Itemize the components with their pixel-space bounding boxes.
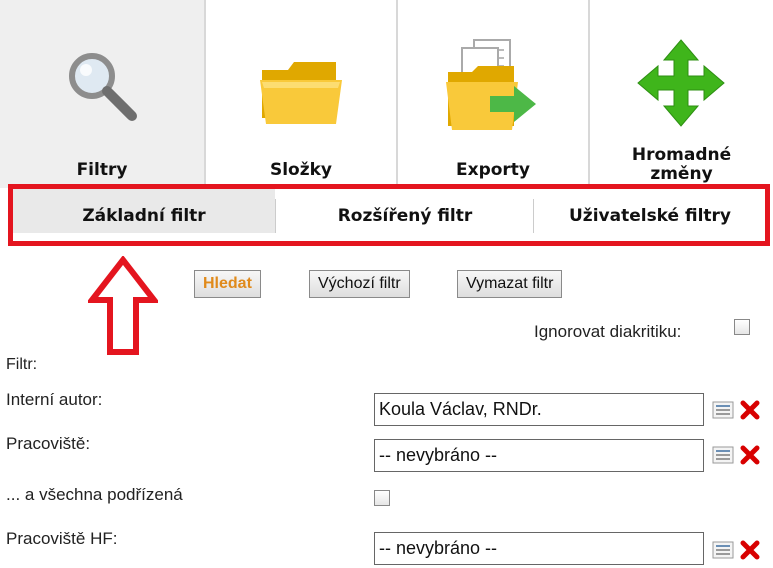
list-icon[interactable] [712, 541, 734, 559]
filter-tabs-highlight: Základní filtr Rozšířený filtr Uživatels… [8, 184, 770, 246]
filters-tile[interactable]: Filtry [0, 0, 206, 188]
top-toolbar: Filtry Složky Exporty Hromadné změny [0, 0, 773, 188]
bulk-changes-tile[interactable]: Hromadné změny [590, 0, 773, 188]
workplace-label: Pracoviště: [6, 434, 91, 453]
magnifier-icon [69, 53, 137, 121]
list-icon[interactable] [712, 401, 734, 419]
workplace-field[interactable]: -- nevybráno -- [374, 439, 704, 472]
exports-tile[interactable]: Exporty [398, 0, 590, 188]
folder-icon [260, 62, 342, 124]
ignore-diacritics-label: Ignorovat diakritiku: [534, 322, 682, 341]
move-arrows-icon [637, 39, 725, 127]
red-up-arrow-annotation [88, 256, 158, 355]
delete-icon[interactable] [740, 540, 760, 560]
clear-filter-button[interactable]: Vymazat filtr [457, 270, 563, 298]
exports-tile-label: Exporty [455, 160, 531, 180]
filter-title: Filtr: [6, 356, 38, 373]
export-icon [446, 39, 536, 130]
bulk-changes-label-line2: změny [650, 164, 713, 184]
search-button[interactable]: Hledat [194, 270, 261, 298]
default-filter-button[interactable]: Výchozí filtr [309, 270, 410, 298]
tab-basic-filter[interactable]: Základní filtr [13, 189, 275, 233]
internal-author-field[interactable]: Koula Václav, RNDr. [374, 393, 704, 426]
include-subordinates-label: ... a všechna podřízená [6, 485, 183, 504]
include-subordinates-checkbox[interactable] [374, 490, 390, 506]
ignore-diacritics-checkbox[interactable] [734, 319, 750, 335]
list-icon[interactable] [712, 446, 734, 464]
folders-tile[interactable]: Složky [206, 0, 398, 188]
delete-icon[interactable] [740, 445, 760, 465]
tab-user-filters[interactable]: Uživatelské filtry [533, 199, 766, 233]
delete-icon[interactable] [740, 400, 760, 420]
tab-advanced-filter[interactable]: Rozšířený filtr [275, 199, 534, 233]
bulk-changes-tile-label: Hromadné změny [590, 146, 773, 184]
internal-author-label: Interní autor: [6, 390, 103, 409]
workplace-hf-label: Pracoviště HF: [6, 529, 118, 548]
filters-tile-label: Filtry [76, 160, 128, 180]
workplace-hf-field[interactable]: -- nevybráno -- [374, 532, 704, 565]
folders-tile-label: Složky [269, 160, 333, 180]
bulk-changes-label-line1: Hromadné [631, 145, 732, 165]
